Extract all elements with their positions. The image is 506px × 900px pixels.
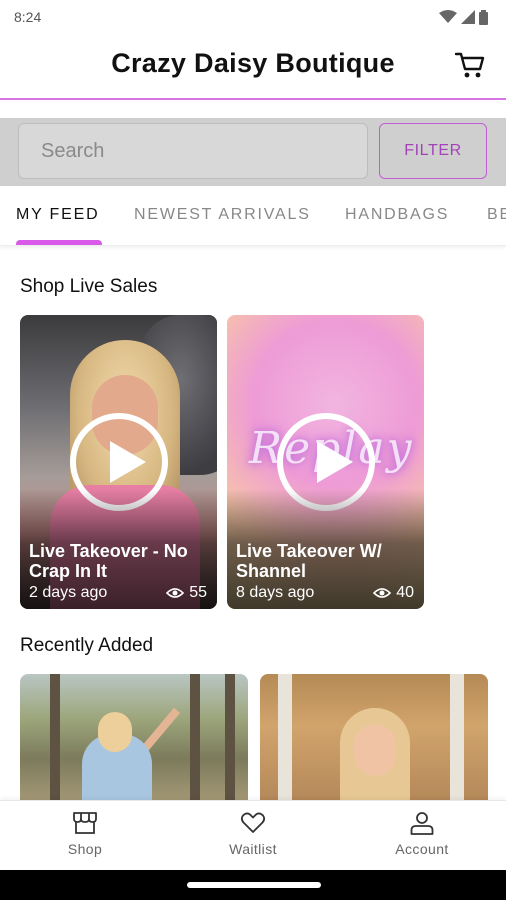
nav-account-label: Account [395,841,449,857]
person-icon [410,812,434,835]
app-header: Crazy Daisy Boutique [0,34,506,100]
heart-icon [240,812,266,833]
tab-my-feed[interactable]: MY FEED [16,206,99,224]
signal-icon [461,10,475,24]
live-sale-title: Live Takeover W/ Shannel [236,541,382,581]
views-count: 40 [396,584,414,601]
product-card[interactable] [20,674,248,804]
search-input[interactable]: Search [18,123,368,179]
live-sale-views: 55 [166,584,207,602]
bottom-nav: Shop Waitlist Account [0,800,506,870]
cart-button[interactable] [454,50,486,80]
product-card[interactable] [260,674,488,804]
live-sales-title: Shop Live Sales [20,276,158,297]
live-sale-title: Live Takeover - No Crap In It [29,541,188,581]
active-tab-indicator [16,240,102,245]
nav-shop-label: Shop [67,841,103,857]
search-bar: Search FILTER [0,118,506,186]
photo-model-head [98,712,132,752]
wifi-icon [439,10,457,23]
live-sale-meta: 8 days ago 40 [236,584,414,602]
system-navigation-bar [0,870,506,900]
category-tabs: MY FEED NEWEST ARRIVALS HANDBAGS BE [0,186,506,246]
live-sale-time: 8 days ago [236,584,315,601]
live-sale-time: 2 days ago [29,584,108,601]
views-count: 55 [189,584,207,601]
cart-icon [454,52,485,78]
status-time: 8:24 [14,9,42,25]
play-icon [109,441,146,483]
tab-newest-arrivals[interactable]: NEWEST ARRIVALS [134,206,311,224]
photo-tree [225,674,235,804]
tab-handbags[interactable]: HANDBAGS [345,206,449,224]
live-sale-meta: 2 days ago 55 [29,584,207,602]
status-icons [439,9,488,25]
store-icon [73,812,97,834]
nav-waitlist-label: Waitlist [229,841,277,857]
recently-added-title: Recently Added [20,635,154,656]
nav-waitlist[interactable]: Waitlist [193,811,313,857]
eye-icon [166,588,185,598]
live-sale-views: 40 [373,584,414,602]
nav-shop[interactable]: Shop [25,811,145,857]
tab-partial[interactable]: BE [487,206,506,224]
photo-tree [190,674,200,804]
battery-icon [479,9,488,25]
photo-model-face [354,724,396,776]
photo-tree [50,674,60,804]
home-gesture-handle[interactable] [187,882,321,888]
play-icon [316,441,353,483]
app-title: Crazy Daisy Boutique [111,48,395,78]
live-sale-card[interactable]: Replay Live Takeover W/ Shannel 8 days a… [227,315,424,609]
live-sale-card[interactable]: Live Takeover - No Crap In It 2 days ago… [20,315,217,609]
eye-icon [373,588,392,598]
photo-tree [450,674,464,804]
photo-tree [278,674,292,804]
filter-button[interactable]: FILTER [379,123,487,179]
nav-account[interactable]: Account [362,811,482,857]
status-bar: 8:24 [0,0,506,34]
